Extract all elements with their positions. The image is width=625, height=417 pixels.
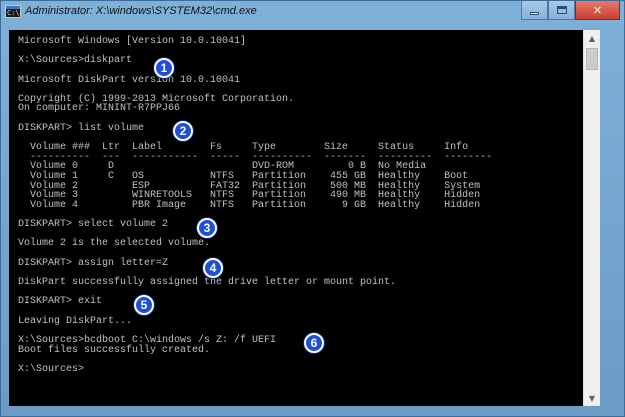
console-line: X:\Sources>diskpart [18,55,133,67]
window-controls: ✕ [521,1,620,20]
step-badge-6: 6 [304,333,324,353]
cmd-window: C:\ Administrator: X:\windows\SYSTEM32\c… [0,0,625,417]
console-line: DiskPart successfully assigned the drive… [18,277,397,289]
step-badge-4: 4 [203,258,223,278]
step-badge-1: 1 [154,58,174,78]
minimize-button[interactable] [521,1,548,20]
step-badge-5: 5 [134,295,154,315]
title-bar[interactable]: C:\ Administrator: X:\windows\SYSTEM32\c… [1,1,624,23]
maximize-button[interactable] [548,1,575,20]
console-line: DISKPART> exit [18,296,103,308]
console-line: Microsoft DiskPart version 10.0.10041 [18,74,241,86]
step-badge-2: 2 [173,121,193,141]
console-line: Microsoft Windows [Version 10.0.10041] [18,36,247,47]
console-line: Volume 2 is the selected volume. [18,238,211,250]
console-line: On computer: MININT-R7PPJ66 [18,103,181,115]
console-line: X:\Sources> [18,363,85,375]
window-title: Administrator: X:\windows\SYSTEM32\cmd.e… [25,5,257,17]
scroll-up-icon[interactable]: ▲ [584,30,600,46]
close-button[interactable]: ✕ [575,1,620,20]
scrollbar-thumb[interactable] [586,48,598,70]
close-icon: ✕ [592,3,603,17]
scroll-down-icon[interactable]: ▼ [584,390,600,406]
console-line: Leaving DiskPart... [18,315,133,327]
console-line: Boot files successfully created. [18,344,211,356]
cmd-icon[interactable]: C:\ [5,5,21,18]
maximize-icon [556,6,567,14]
console-line: DISKPART> assign letter=Z [18,257,169,269]
console-output[interactable]: Microsoft Windows [Version 10.0.10041] X:… [9,30,583,406]
step-badge-3: 3 [197,218,217,238]
minimize-icon [530,11,539,15]
console-lines: Microsoft Windows [Version 10.0.10041] X:… [18,37,492,374]
vertical-scrollbar[interactable]: ▲ ▼ [583,30,600,406]
console-line: Volume 4 PBR Image NTFS Partition 9 GB H… [18,199,481,211]
console-line: DISKPART> select volume 2 [18,219,169,231]
console-line: DISKPART> list volume [18,122,145,134]
